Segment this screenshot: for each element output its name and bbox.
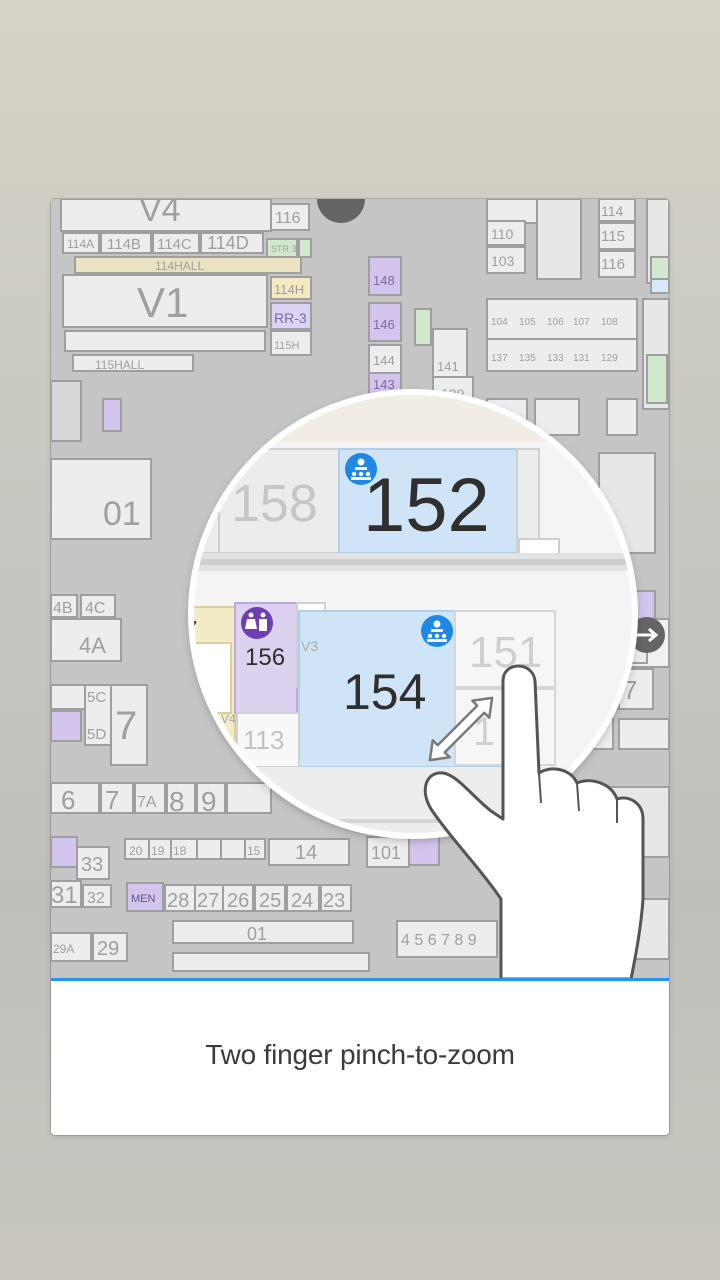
- meeting-room-icon: [345, 453, 377, 485]
- tutorial-caption: Two finger pinch-to-zoom: [205, 1039, 515, 1070]
- zoom-label-152: 152: [363, 463, 490, 548]
- tutorial-card: V4 116 114A 114B 114C 114D STR 3 114HALL…: [51, 199, 669, 1135]
- zoom-label-156: 156: [245, 644, 285, 671]
- caption-area: Two finger pinch-to-zoom: [51, 981, 669, 1135]
- zoom-label-v3: V3: [301, 638, 318, 654]
- zoom-label-154: 154: [343, 664, 426, 720]
- restroom-icon: [241, 607, 273, 639]
- zoom-label-113: 113: [243, 725, 284, 755]
- meeting-room-icon-2: [421, 615, 453, 647]
- floor-map[interactable]: V4 116 114A 114B 114C 114D STR 3 114HALL…: [51, 199, 669, 979]
- zoom-label-158: 158: [231, 475, 318, 533]
